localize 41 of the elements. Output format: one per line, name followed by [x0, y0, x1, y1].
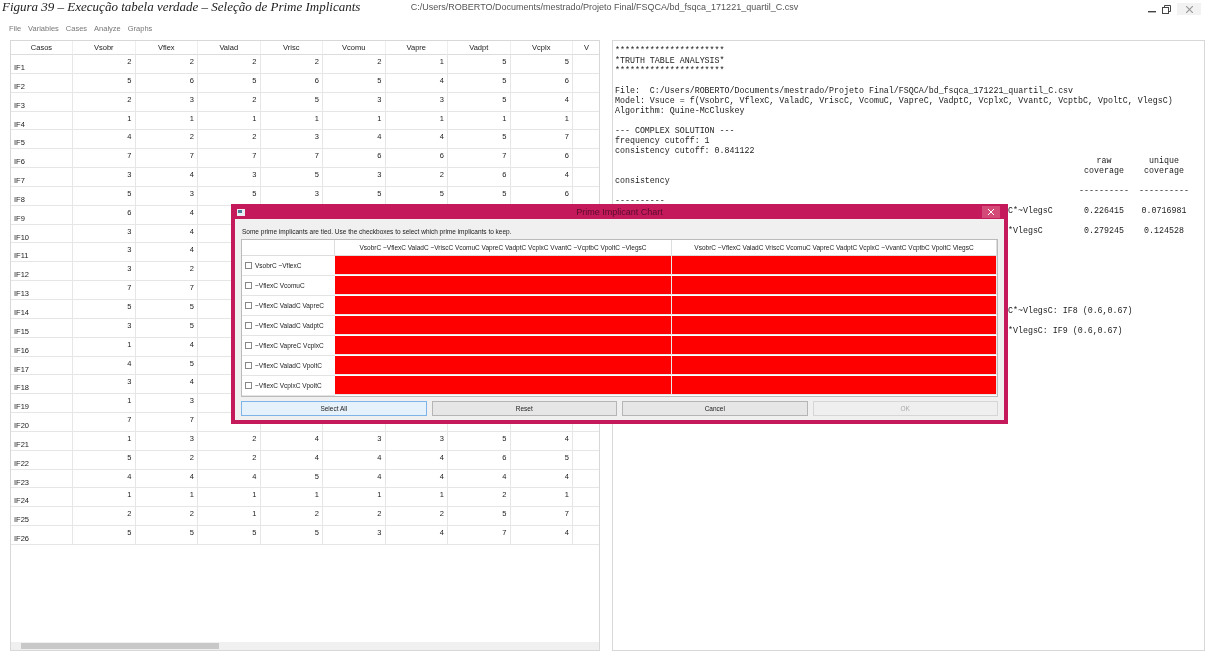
raw-coverage-text: raw	[1095, 156, 1113, 166]
output-text: frequency cutoff: 1	[615, 136, 710, 145]
checkbox[interactable]	[245, 382, 252, 389]
raw-coverage-text: 0.226415	[1083, 206, 1125, 216]
checkbox[interactable]	[245, 342, 252, 349]
unique-coverage-text: unique	[1148, 156, 1180, 166]
output-text: C*~VlegsC	[1008, 206, 1053, 216]
checkbox[interactable]	[245, 302, 252, 309]
checkbox[interactable]	[245, 282, 252, 289]
dialog-title: Prime Implicant Chart	[576, 206, 663, 217]
checkbox[interactable]	[245, 262, 252, 269]
output-text: **********************	[615, 46, 725, 55]
unique-coverage-text: coverage	[1143, 166, 1185, 176]
checkbox[interactable]	[245, 362, 252, 369]
output-text: Model: Vsuce = f(VsobrC, VflexC, ValadC, VriscC, VcomuC, VapreC, VadptC, VcplxC, VvantC, VcptbC, VpoltC, VlegsC)	[615, 96, 1173, 105]
figure-caption: Figura 39 – Execução tabela verdade – Seleção de Prime Implicants	[2, 0, 361, 14]
unique-coverage-text: 0.124528	[1143, 226, 1185, 236]
window-title: C:/Users/ROBERTO/Documents/mestrado/Projeto Final/FSQCA/bd_fsqca_171221_quartil_C.csv	[410, 2, 799, 12]
raw-coverage-text: coverage	[1083, 166, 1125, 176]
checkbox[interactable]	[245, 322, 252, 329]
horizontal-scrollbar[interactable]	[11, 642, 599, 650]
raw-coverage-text: ----------	[1078, 186, 1130, 196]
output-text: *TRUTH TABLE ANALYSIS*	[615, 56, 725, 65]
output-text: Algorithm: Quine-McCluskey	[615, 106, 745, 115]
output-text: consistency cutoff: 0.841122	[615, 146, 755, 155]
output-text: File: C:/Users/ROBERTO/Documents/mestrado/Projeto Final/FSQCA/bd_fsqca_171221_quartil_C.csv	[615, 86, 1074, 95]
output-text: **********************	[615, 66, 725, 75]
unique-coverage-text: ----------	[1138, 186, 1190, 196]
app-icon	[237, 209, 245, 216]
output-text: consistency	[615, 176, 670, 185]
output-text: *VlegsC	[1008, 226, 1043, 236]
output-text: ----------	[615, 196, 665, 205]
unique-coverage-text: 0.0716981	[1140, 206, 1188, 216]
close-button[interactable]	[982, 206, 1000, 218]
output-text: C*~VlegsC: IF8 (0.6,0.67)	[1008, 306, 1133, 316]
raw-coverage-text: 0.279245	[1083, 226, 1125, 236]
output-text: --- COMPLEX SOLUTION ---	[615, 126, 735, 135]
close-icon[interactable]	[1185, 5, 1193, 13]
restore-icon[interactable]	[1162, 4, 1171, 14]
close-icon	[988, 209, 994, 215]
output-text: *VlegsC: IF9 (0.6,0.67)	[1008, 326, 1123, 336]
